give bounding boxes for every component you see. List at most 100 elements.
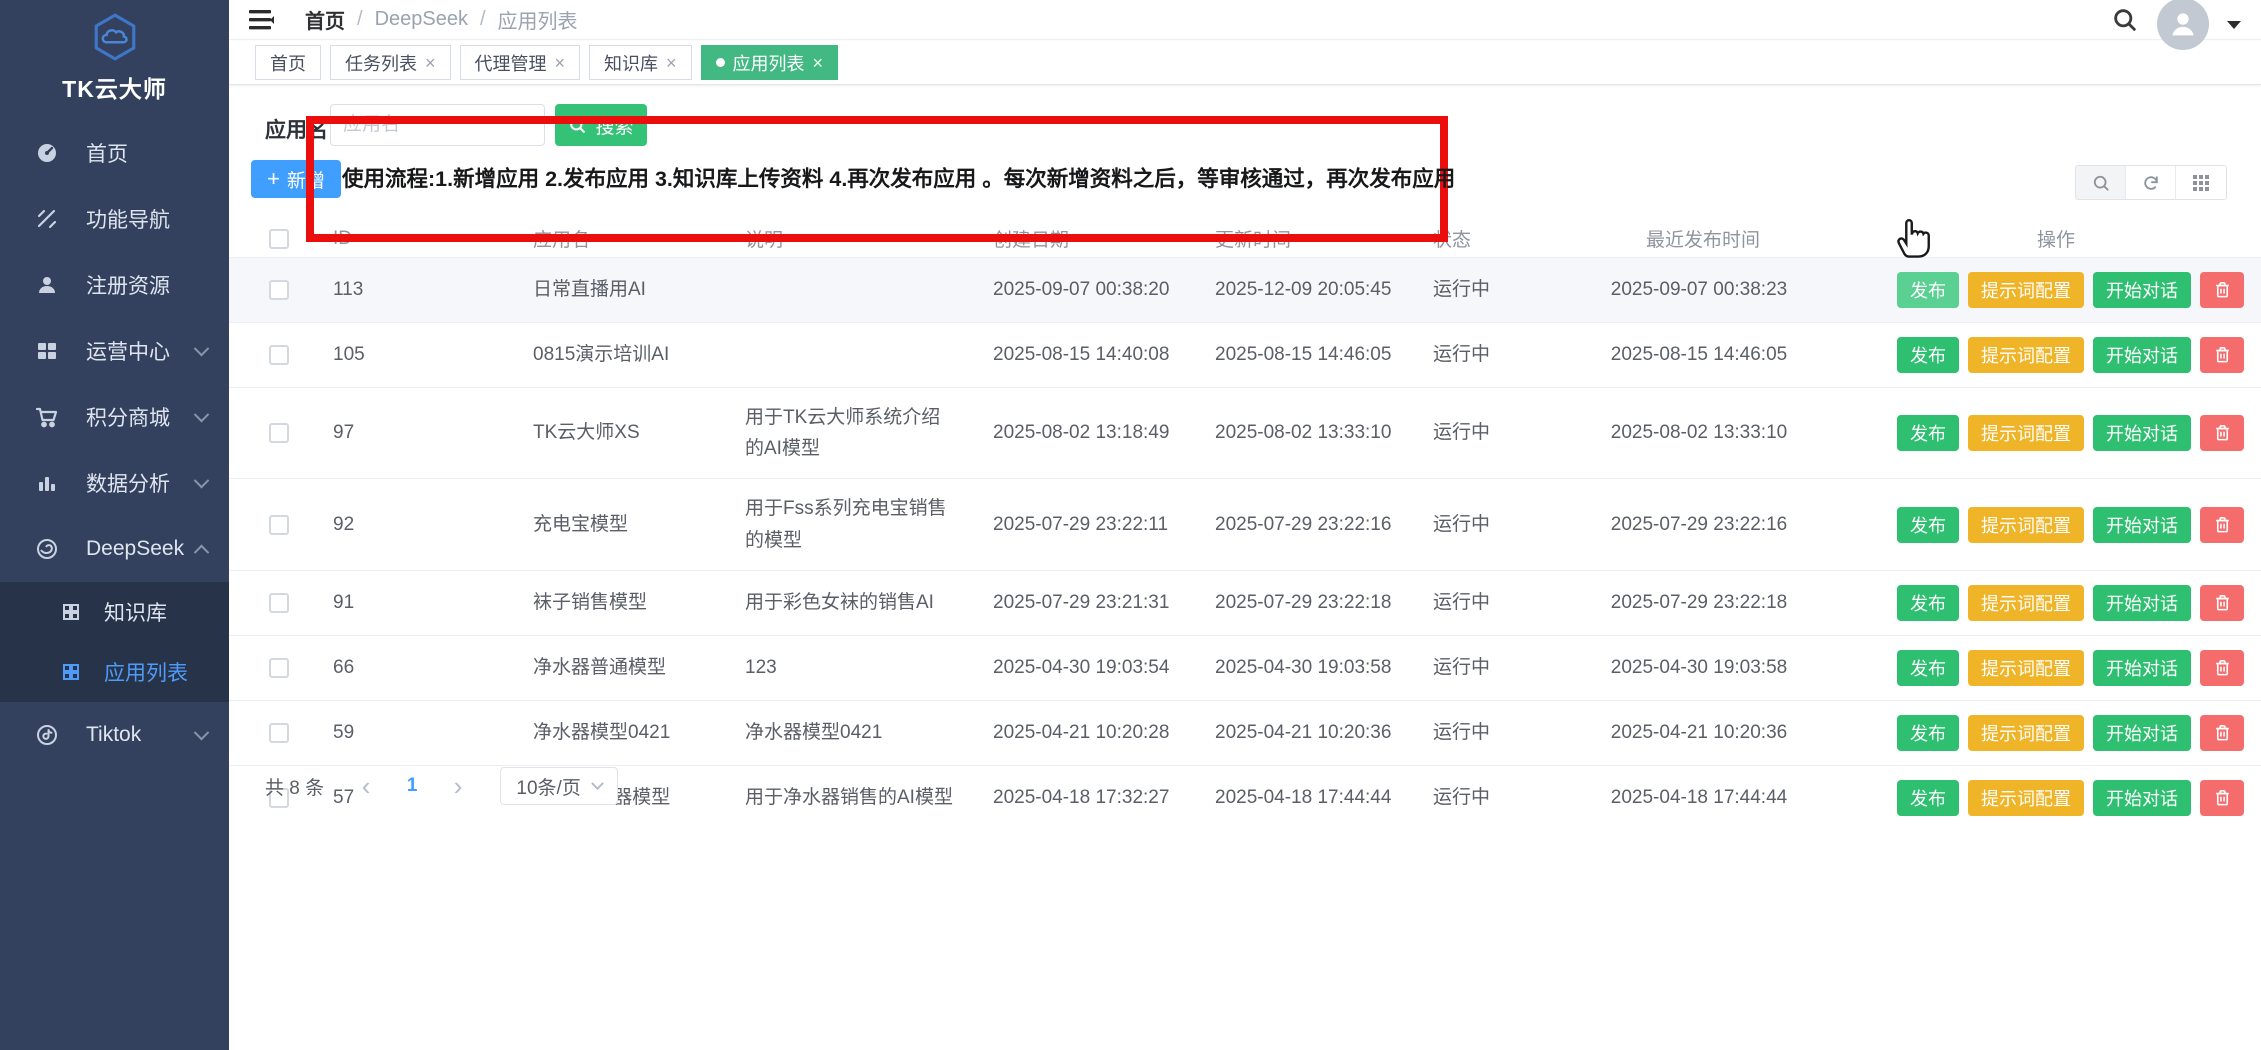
publish-button[interactable]: 发布 (1897, 650, 1959, 686)
row-checkbox[interactable] (269, 658, 289, 678)
prompt-config-button[interactable]: 提示词配置 (1968, 507, 2084, 543)
table-header-row: ID 应用名 说明 创建日期 更新时间 状态 最近发布时间 操作 (229, 221, 2261, 257)
table-search-toggle-icon[interactable] (2076, 166, 2126, 199)
sidebar-item-deepseek[interactable]: DeepSeek (0, 516, 229, 582)
sidebar-item-app-list[interactable]: 应用列表 (0, 642, 229, 702)
table-row: 59 净水器模型0421 净水器模型0421 2025-04-21 10:20:… (229, 700, 2261, 765)
publish-button[interactable]: 发布 (1897, 507, 1959, 543)
select-all-checkbox[interactable] (269, 229, 289, 249)
sidebar-item-home[interactable]: 首页 (0, 120, 229, 186)
row-checkbox[interactable] (269, 515, 289, 535)
row-checkbox[interactable] (269, 423, 289, 443)
delete-button[interactable] (2200, 337, 2244, 373)
delete-button[interactable] (2200, 650, 2244, 686)
prompt-config-button[interactable]: 提示词配置 (1968, 650, 2084, 686)
status-text: 运行中 (1433, 514, 1490, 535)
close-icon[interactable]: × (813, 54, 824, 72)
start-chat-button[interactable]: 开始对话 (2093, 415, 2191, 451)
refresh-icon[interactable] (2126, 166, 2176, 199)
prev-page-button[interactable]: ‹ (348, 768, 384, 804)
cell-published-date: 2025-08-02 13:33:10 (1611, 422, 1787, 443)
table-body: 113 日常直播用AI 2025-09-07 00:38:20 2025-12-… (229, 257, 2261, 830)
row-checkbox[interactable] (269, 345, 289, 365)
delete-button[interactable] (2200, 780, 2244, 816)
row-checkbox[interactable] (269, 593, 289, 613)
delete-button[interactable] (2200, 715, 2244, 751)
tab-home[interactable]: 首页 (255, 45, 321, 80)
delete-button[interactable] (2200, 272, 2244, 308)
tab-label: 应用列表 (733, 50, 805, 76)
column-settings-grid-icon[interactable] (2176, 166, 2226, 199)
search-button[interactable]: 搜索 (555, 104, 647, 146)
prompt-config-button[interactable]: 提示词配置 (1968, 715, 2084, 751)
status-text: 运行中 (1433, 422, 1490, 443)
start-chat-button[interactable]: 开始对话 (2093, 585, 2191, 621)
sidebar-item-register-resources[interactable]: 注册资源 (0, 252, 229, 318)
breadcrumb-home[interactable]: 首页 (305, 5, 345, 34)
publish-button[interactable]: 发布 (1897, 272, 1959, 308)
add-button[interactable]: + 新增 (251, 160, 341, 198)
app-name-input[interactable] (330, 104, 545, 146)
search-button-label: 搜索 (595, 112, 633, 139)
bar-chart-icon (34, 470, 60, 496)
publish-button[interactable]: 发布 (1897, 780, 1959, 816)
prompt-config-button[interactable]: 提示词配置 (1968, 585, 2084, 621)
prompt-config-button[interactable]: 提示词配置 (1968, 272, 2084, 308)
cell-published-date: 2025-07-29 23:22:16 (1611, 514, 1787, 535)
delete-button[interactable] (2200, 415, 2244, 451)
cell-id: 59 (333, 722, 354, 743)
start-chat-button[interactable]: 开始对话 (2093, 337, 2191, 373)
sidebar-item-data-analysis[interactable]: 数据分析 (0, 450, 229, 516)
cell-description: 用于TK云大师系统介绍的AI模型 (745, 407, 940, 459)
start-chat-button[interactable]: 开始对话 (2093, 507, 2191, 543)
sidebar-item-tiktok[interactable]: Tiktok (0, 702, 229, 768)
search-icon[interactable] (2111, 6, 2139, 34)
row-checkbox[interactable] (269, 280, 289, 300)
status-text: 运行中 (1433, 592, 1490, 613)
sidebar-item-operations-center[interactable]: 运营中心 (0, 318, 229, 384)
close-icon[interactable]: × (425, 54, 436, 72)
row-checkbox[interactable] (269, 723, 289, 743)
chevron-down-icon (194, 340, 210, 356)
tab-knowledge-base[interactable]: 知识库 × (589, 45, 692, 80)
cell-updated-date: 2025-07-29 23:22:18 (1215, 592, 1391, 613)
sidebar-item-points-mall[interactable]: 积分商城 (0, 384, 229, 450)
close-icon[interactable]: × (666, 54, 677, 72)
publish-button[interactable]: 发布 (1897, 415, 1959, 451)
row-actions: 发布 提示词配置 开始对话 (1877, 585, 2253, 621)
chevron-down-icon (194, 406, 210, 422)
delete-button[interactable] (2200, 507, 2244, 543)
app-logo: TK云大师 (0, 0, 229, 110)
start-chat-button[interactable]: 开始对话 (2093, 650, 2191, 686)
prompt-config-button[interactable]: 提示词配置 (1968, 337, 2084, 373)
tab-app-list[interactable]: 应用列表 × (701, 45, 839, 80)
cell-published-date: 2025-04-30 19:03:58 (1611, 657, 1787, 678)
sidebar-item-knowledge-base[interactable]: 知识库 (0, 582, 229, 642)
cell-id: 91 (333, 592, 354, 613)
page-size-select[interactable]: 10条/页 (500, 767, 618, 805)
tab-task-list[interactable]: 任务列表 × (330, 45, 451, 80)
start-chat-button[interactable]: 开始对话 (2093, 272, 2191, 308)
avatar-dropdown-caret-icon[interactable] (2227, 21, 2241, 29)
delete-button[interactable] (2200, 585, 2244, 621)
close-icon[interactable]: × (555, 54, 566, 72)
avatar[interactable] (2157, 0, 2209, 50)
next-page-button[interactable]: › (440, 768, 476, 804)
prompt-config-button[interactable]: 提示词配置 (1968, 780, 2084, 816)
app-table: ID 应用名 说明 创建日期 更新时间 状态 最近发布时间 操作 113 日常直… (229, 221, 2261, 830)
publish-button[interactable]: 发布 (1897, 715, 1959, 751)
publish-button[interactable]: 发布 (1897, 337, 1959, 373)
tags-view-bar: 首页 任务列表 × 代理管理 × 知识库 × 应用列表 × (229, 41, 2261, 85)
prompt-config-button[interactable]: 提示词配置 (1968, 415, 2084, 451)
start-chat-button[interactable]: 开始对话 (2093, 715, 2191, 751)
cell-description: 用于净水器销售的AI模型 (745, 787, 953, 808)
start-chat-button[interactable]: 开始对话 (2093, 780, 2191, 816)
page-number[interactable]: 1 (394, 768, 430, 804)
publish-button[interactable]: 发布 (1897, 585, 1959, 621)
sidebar-item-label: 积分商城 (86, 402, 196, 432)
sidebar-collapse-icon[interactable] (247, 7, 277, 33)
tab-agent-management[interactable]: 代理管理 × (460, 45, 581, 80)
cell-description: 用于Fss系列充电宝销售的模型 (745, 498, 947, 550)
breadcrumb-deepseek[interactable]: DeepSeek (375, 8, 468, 31)
sidebar-item-function-nav[interactable]: 功能导航 (0, 186, 229, 252)
